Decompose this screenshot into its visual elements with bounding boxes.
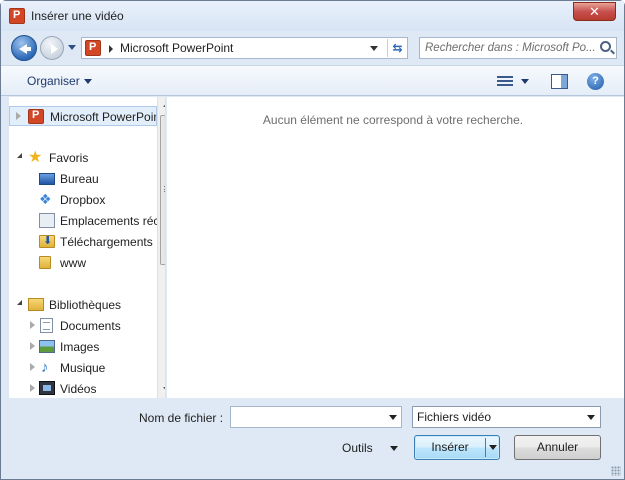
address-path[interactable]: Microsoft PowerPoint xyxy=(120,41,233,55)
file-type-value: Fichiers vidéo xyxy=(417,410,492,424)
star-icon: ★ xyxy=(28,149,43,166)
expand-icon[interactable] xyxy=(16,112,21,120)
tools-button[interactable]: Outils xyxy=(342,441,373,455)
title-bar[interactable]: Insérer une vidéo ✕ xyxy=(1,1,624,31)
expand-icon[interactable] xyxy=(30,342,35,350)
view-options-icon[interactable] xyxy=(497,74,513,88)
desktop-icon xyxy=(39,173,55,185)
nav-item-images[interactable]: Images xyxy=(9,337,157,357)
view-dropdown-icon[interactable] xyxy=(521,79,529,84)
back-button[interactable] xyxy=(11,35,37,61)
organise-button[interactable]: Organiser xyxy=(27,74,80,88)
search-icon[interactable] xyxy=(600,41,611,52)
recent-pages-dropdown-icon[interactable] xyxy=(68,45,76,50)
videos-icon xyxy=(39,381,55,395)
empty-message: Aucun élément ne correspond à votre rech… xyxy=(262,113,524,127)
insert-button[interactable]: Insérer xyxy=(414,435,500,460)
pictures-icon xyxy=(39,340,55,353)
chevron-down-icon[interactable] xyxy=(84,79,92,84)
chevron-down-icon[interactable] xyxy=(587,415,595,420)
nav-item-favoris[interactable]: ★ Favoris xyxy=(9,148,157,168)
nav-item-label: Vidéos xyxy=(60,382,97,396)
insert-label: Insérer xyxy=(431,440,469,454)
dropbox-icon: ❖ xyxy=(39,191,52,207)
footer-panel: Nom de fichier : Fichiers vidéo Outils I… xyxy=(1,398,624,479)
grip-icon xyxy=(164,186,165,192)
expand-icon[interactable] xyxy=(30,321,35,329)
address-dropdown-icon[interactable] xyxy=(370,46,378,51)
music-icon: ♪ xyxy=(41,359,49,376)
close-button[interactable]: ✕ xyxy=(573,2,616,21)
nav-item-label: www xyxy=(60,256,86,270)
library-icon xyxy=(28,298,44,311)
nav-item-label: Dropbox xyxy=(60,193,106,207)
help-icon[interactable]: ? xyxy=(587,73,604,90)
nav-scrollbar[interactable] xyxy=(157,97,165,398)
nav-item-label: Images xyxy=(60,340,100,354)
refresh-icon[interactable]: ⇆ xyxy=(387,39,407,57)
file-type-select[interactable]: Fichiers vidéo xyxy=(412,406,601,428)
filename-input[interactable] xyxy=(230,406,402,428)
search-placeholder: Rechercher dans : Microsoft Po... xyxy=(425,42,596,54)
powerpoint-icon xyxy=(9,8,25,24)
split-divider xyxy=(485,438,486,457)
nav-item-dropbox[interactable]: ❖ Dropbox xyxy=(9,190,157,210)
nav-item-label: Documents xyxy=(60,319,121,333)
nav-item-powerpoint[interactable]: Microsoft PowerPoint xyxy=(9,106,157,126)
downloads-icon xyxy=(39,234,55,248)
nav-item-downloads[interactable]: Téléchargements xyxy=(9,232,157,252)
cancel-button[interactable]: Annuler xyxy=(514,435,601,460)
scroll-up-icon[interactable] xyxy=(163,102,165,107)
search-input[interactable]: Rechercher dans : Microsoft Po... xyxy=(419,37,617,59)
documents-icon xyxy=(40,318,53,333)
nav-item-label: Microsoft PowerPoint xyxy=(50,110,157,124)
expand-icon[interactable] xyxy=(30,384,35,392)
preview-pane-icon[interactable] xyxy=(551,74,568,89)
nav-item-label: Bureau xyxy=(60,172,99,186)
scroll-down-icon[interactable] xyxy=(163,387,165,392)
expand-icon[interactable] xyxy=(30,363,35,371)
nav-item-label: Emplacements récents xyxy=(60,214,157,228)
window-title: Insérer une vidéo xyxy=(31,9,124,23)
insert-video-dialog: Insérer une vidéo ✕ Microsoft PowerPoint… xyxy=(0,0,625,480)
tools-dropdown-icon[interactable] xyxy=(390,446,398,451)
chevron-down-icon[interactable] xyxy=(389,415,397,420)
collapse-icon[interactable] xyxy=(17,153,22,158)
toolbar: Organiser ? xyxy=(1,65,624,96)
nav-item-recent-places[interactable]: Emplacements récents xyxy=(9,211,157,231)
powerpoint-icon xyxy=(85,40,101,56)
file-list[interactable]: Aucun élément ne correspond à votre rech… xyxy=(167,97,624,398)
nav-item-bureau[interactable]: Bureau xyxy=(9,169,157,189)
navigation-pane: Microsoft PowerPoint ★ Favoris Bureau ❖ … xyxy=(9,97,166,398)
filename-label: Nom de fichier : xyxy=(139,411,224,425)
nav-item-label: Téléchargements xyxy=(60,235,153,249)
nav-item-label: Musique xyxy=(60,361,106,375)
nav-item-www[interactable]: www xyxy=(9,253,157,273)
chevron-right-icon[interactable] xyxy=(109,45,113,53)
scroll-thumb[interactable] xyxy=(160,115,165,265)
nav-item-label: Bibliothèques xyxy=(49,298,122,312)
nav-item-music[interactable]: ♪ Musique xyxy=(9,358,157,378)
resize-grip-icon[interactable] xyxy=(611,466,621,476)
powerpoint-icon xyxy=(28,109,44,124)
nav-item-videos[interactable]: Vidéos xyxy=(9,379,157,398)
nav-item-label: Favoris xyxy=(49,151,89,165)
collapse-icon[interactable] xyxy=(17,300,22,305)
nav-item-libraries[interactable]: Bibliothèques xyxy=(9,295,157,315)
recent-places-icon xyxy=(39,213,55,228)
nav-item-documents[interactable]: Documents xyxy=(9,316,157,336)
insert-options-dropdown-icon[interactable] xyxy=(489,445,497,450)
forward-button[interactable] xyxy=(40,36,64,60)
folder-icon xyxy=(39,256,51,269)
address-bar[interactable]: Microsoft PowerPoint ⇆ xyxy=(81,37,408,59)
